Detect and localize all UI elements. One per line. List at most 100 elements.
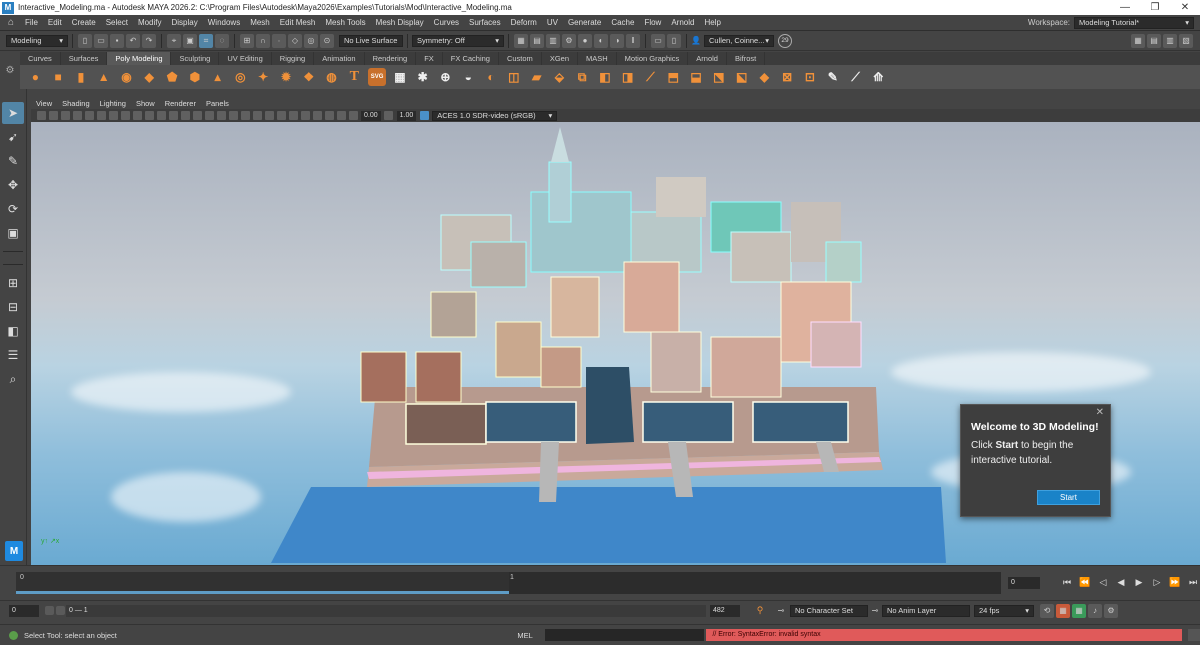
restore-button[interactable]: ❐	[1140, 2, 1170, 13]
cache-enabled-icon[interactable]: ▦	[1072, 603, 1086, 618]
command-input[interactable]	[545, 629, 705, 641]
menu-mesh[interactable]: Mesh	[245, 18, 275, 27]
outliner-layout-icon[interactable]: ☰	[2, 344, 24, 366]
snap-curve-icon[interactable]: ∩	[256, 33, 270, 48]
safe-title-icon[interactable]	[156, 111, 166, 120]
combine-icon[interactable]: ▦	[391, 68, 409, 86]
range-handle-icon[interactable]	[45, 606, 54, 615]
modeling-toolkit-icon[interactable]: ▭	[651, 33, 665, 48]
automatic-uv-icon[interactable]: ⊠	[778, 68, 796, 86]
tab-bifrost[interactable]: Bifrost	[727, 52, 766, 65]
search-icon[interactable]: ⌕	[2, 368, 24, 390]
maya-learning-icon[interactable]: M	[5, 541, 23, 561]
select-tool-icon[interactable]: ➤	[2, 102, 24, 124]
tab-curves[interactable]: Curves	[20, 52, 61, 65]
snap-surface-icon[interactable]: ◎	[304, 33, 318, 48]
panel-layout-icon[interactable]: ▦	[1131, 33, 1145, 48]
poly-pyramid-icon[interactable]: ▴	[209, 68, 227, 86]
snap-live-icon[interactable]: ⊙	[320, 33, 334, 48]
svg-tool-icon[interactable]: SVG	[368, 68, 387, 86]
rotate-tool-icon[interactable]: ⟳	[2, 198, 24, 220]
field-chart-icon[interactable]	[132, 111, 142, 120]
range-handle-icon[interactable]	[56, 606, 65, 615]
safe-action-icon[interactable]	[144, 111, 154, 120]
wedge-icon[interactable]: ⬕	[733, 68, 751, 86]
poly-cylinder-icon[interactable]: ▮	[72, 68, 90, 86]
new-scene-icon[interactable]: ▯	[78, 33, 92, 48]
panel-menu-show[interactable]: Show	[131, 99, 160, 108]
panel-menu-shading[interactable]: Shading	[57, 99, 95, 108]
isolate-select-icon[interactable]	[288, 111, 298, 120]
poly-torus-icon[interactable]: ◉	[118, 68, 136, 86]
menu-uv[interactable]: UV	[542, 18, 563, 27]
ambient-occlusion-icon[interactable]	[240, 111, 250, 120]
save-scene-icon[interactable]: ▪	[110, 33, 124, 48]
menu-edit[interactable]: Edit	[43, 18, 67, 27]
tab-surfaces[interactable]: Surfaces	[61, 52, 108, 65]
bevel-icon[interactable]: ⬙	[550, 68, 568, 86]
image-plane-icon[interactable]	[72, 111, 82, 120]
resolution-gate-icon[interactable]	[108, 111, 118, 120]
paint-select-icon[interactable]: ✎	[2, 150, 24, 172]
play-backwards-icon[interactable]: ◀	[1112, 577, 1130, 588]
menu-windows[interactable]: Windows	[203, 18, 245, 27]
tab-fx[interactable]: FX	[416, 52, 443, 65]
separate-icon[interactable]: ✱	[414, 68, 432, 86]
tab-custom[interactable]: Custom	[499, 52, 542, 65]
workspace-dropdown[interactable]: Modeling Tutorial* ▾	[1074, 16, 1194, 29]
exposure-field[interactable]: 0.00	[361, 110, 381, 121]
type-tool-icon[interactable]: T	[345, 68, 363, 86]
super-shape-icon[interactable]: ❖	[300, 68, 318, 86]
sculpt-brush-icon[interactable]: ✎	[824, 68, 842, 86]
four-view-icon[interactable]: ⊟	[2, 296, 24, 318]
fps-dropdown[interactable]: 24 fps ▾	[974, 604, 1034, 617]
textured-icon[interactable]	[204, 111, 214, 120]
select-component-icon[interactable]: ⌗	[199, 33, 213, 48]
wireframe-on-shaded-icon[interactable]	[192, 111, 202, 120]
symmetry-dropdown[interactable]: Symmetry: Off ▾	[412, 34, 504, 47]
extract-icon[interactable]: ◐	[482, 68, 500, 86]
anti-aliasing-icon[interactable]	[264, 111, 274, 120]
sound-icon[interactable]: ♪	[1088, 603, 1102, 618]
tab-rendering[interactable]: Rendering	[365, 52, 417, 65]
mirror-icon[interactable]: ◫	[505, 68, 523, 86]
close-icon[interactable]: ✕	[1096, 407, 1104, 418]
tab-xgen[interactable]: XGen	[542, 52, 578, 65]
bridge-icon[interactable]: ⧉	[573, 68, 591, 86]
single-perspective-icon[interactable]: ⊞	[2, 272, 24, 294]
menu-mesh-tools[interactable]: Mesh Tools	[320, 18, 370, 27]
select-object-icon[interactable]: ▣	[183, 33, 197, 48]
start-button[interactable]: Start	[1037, 490, 1100, 505]
loop-icon[interactable]: ⟲	[1040, 603, 1054, 618]
motion-blur-icon[interactable]	[252, 111, 262, 120]
platonic-solid-icon[interactable]: ⬢	[186, 68, 204, 86]
render-view-icon[interactable]: ▦	[514, 33, 528, 48]
boolean-icon[interactable]: ◒	[459, 68, 477, 86]
tab-mash[interactable]: MASH	[578, 52, 617, 65]
wireframe-icon[interactable]	[168, 111, 178, 120]
move-tool-icon[interactable]: ✥	[2, 174, 24, 196]
menu-flow[interactable]: Flow	[639, 18, 666, 27]
menuset-dropdown[interactable]: Modeling ▾	[6, 34, 68, 47]
tab-poly-modeling[interactable]: Poly Modeling	[107, 52, 172, 65]
append-polygon-icon[interactable]: ◧	[596, 68, 614, 86]
bookmark-icon[interactable]	[60, 111, 70, 120]
live-surface-field[interactable]: No Live Surface	[339, 34, 403, 47]
xray-icon[interactable]	[300, 111, 310, 120]
step-forward-frame-icon[interactable]: ▷	[1148, 577, 1166, 588]
auto-key-icon[interactable]: ⚲	[748, 605, 772, 616]
menu-edit-mesh[interactable]: Edit Mesh	[275, 18, 321, 27]
ipr-render-icon[interactable]: ▥	[546, 33, 560, 48]
backface-culling-icon[interactable]	[336, 111, 346, 120]
scale-tool-icon[interactable]: ▣	[2, 222, 24, 244]
range-start-field[interactable]: 0	[9, 604, 39, 617]
anim-layer-dropdown[interactable]: No Anim Layer	[882, 604, 970, 617]
channel-box-icon[interactable]: ▤	[1147, 33, 1161, 48]
tool-settings-icon[interactable]: ▧	[1179, 33, 1193, 48]
camera-attr-icon[interactable]	[48, 111, 58, 120]
home-icon[interactable]: ⌂	[4, 17, 18, 29]
quad-draw-icon[interactable]: ⟰	[869, 68, 887, 86]
go-to-start-icon[interactable]: ⏮	[1058, 577, 1076, 588]
script-language-toggle[interactable]: MEL	[517, 631, 545, 640]
animation-prefs-icon[interactable]: ⚙	[1104, 603, 1118, 618]
